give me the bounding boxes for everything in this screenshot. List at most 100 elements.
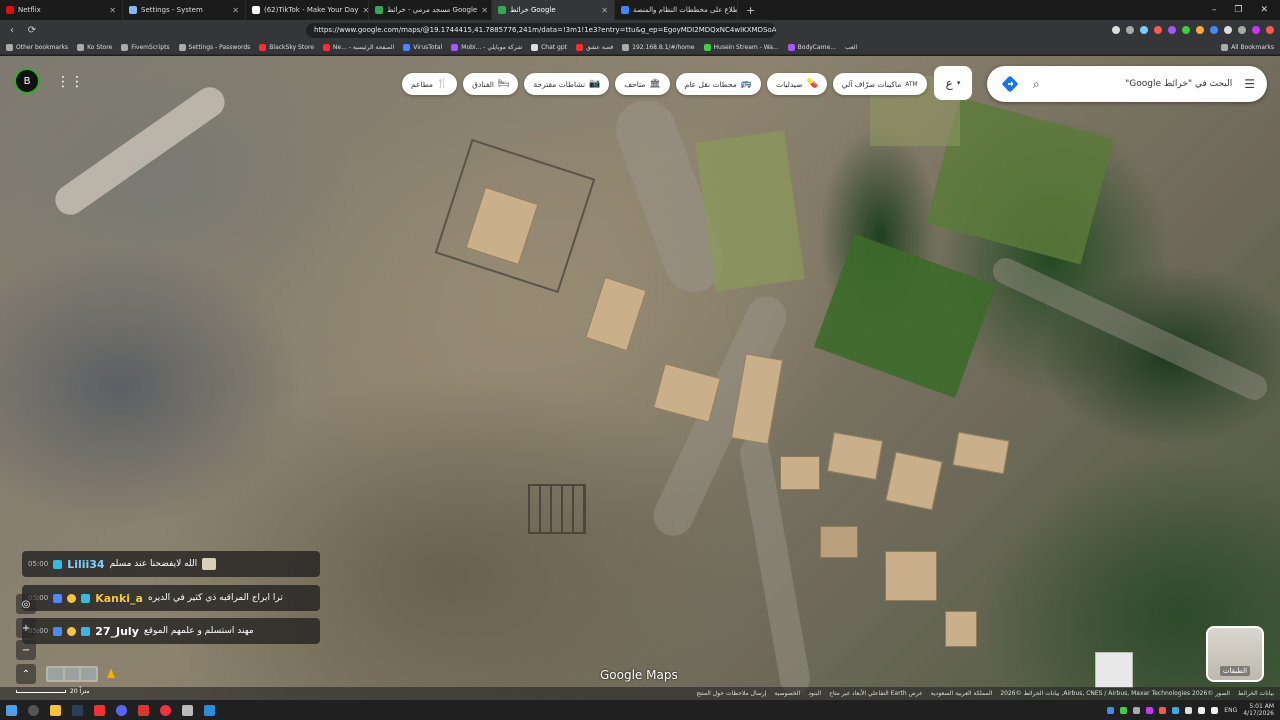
imagery-thumbnails[interactable] — [46, 666, 98, 682]
url-input[interactable]: https://www.google.com/maps/@19.1744415,… — [306, 22, 776, 38]
thumbnail[interactable] — [81, 668, 97, 680]
volume-icon[interactable] — [1211, 706, 1219, 714]
tray-icon[interactable] — [1146, 706, 1154, 714]
maximize-button[interactable]: ❐ — [1234, 5, 1242, 15]
chip-restaurants[interactable]: 🍴 مطاعم — [402, 73, 458, 95]
steam-icon[interactable] — [72, 704, 83, 716]
extension-icon[interactable] — [1140, 26, 1148, 34]
windows-start-icon[interactable] — [6, 704, 17, 716]
browser-tab-active[interactable]: خرائط Google ✕ — [492, 0, 615, 20]
zoom-in-button[interactable]: + — [16, 618, 36, 638]
tray-icon[interactable] — [1133, 706, 1141, 714]
minimize-button[interactable]: – — [1212, 5, 1217, 15]
bookmark-item[interactable]: BlackSky Store — [259, 43, 314, 51]
thumbnail[interactable] — [64, 668, 80, 680]
browser-tab[interactable]: الاطلاع على مخططات النظام والمنصة...✕ — [615, 0, 738, 20]
tab-title: الاطلاع على مخططات النظام والمنصة... — [633, 6, 738, 14]
browser-tab[interactable]: (62)TikTok - Make Your Day ✕ — [246, 0, 369, 20]
expand-icon[interactable]: ⌃ — [16, 664, 36, 684]
bookmark-item[interactable]: Other bookmarks — [6, 43, 68, 51]
footer-link[interactable]: المملكة العربية السعودية — [931, 690, 993, 697]
layers-button[interactable]: الطبقات — [1206, 626, 1264, 682]
close-window-button[interactable]: ✕ — [1260, 5, 1268, 15]
chip-things-to-do[interactable]: 📷 نشاطات مقترحة — [524, 73, 610, 95]
bookmark-item[interactable]: VirusTotal — [403, 43, 442, 51]
bookmark-item[interactable]: Ne... - الصفحة الرئيسية — [322, 43, 394, 51]
extension-icon[interactable] — [1238, 26, 1246, 34]
chip-atms[interactable]: ATM ماكينات صرّاف آلي — [832, 73, 927, 95]
chip-museums[interactable]: 🏛 متاحف — [615, 73, 670, 95]
bookmark-item[interactable]: Chat gpt — [531, 43, 567, 51]
extension-icon[interactable] — [1196, 26, 1204, 34]
bookmark-item[interactable]: BodyCame... — [787, 43, 836, 51]
thumbnail[interactable] — [48, 668, 63, 680]
footer-link[interactable]: البنود — [808, 690, 821, 697]
search-icon[interactable]: ⌕ — [1033, 77, 1040, 92]
chrome-icon[interactable] — [160, 704, 171, 716]
tray-icon[interactable] — [1172, 706, 1180, 714]
all-bookmarks-button[interactable]: All Bookmarks — [1221, 43, 1274, 51]
extension-icon[interactable] — [1126, 26, 1134, 34]
globe-icon — [622, 43, 630, 51]
bookmark-item[interactable]: العب — [845, 44, 857, 51]
extension-icon[interactable] — [1224, 26, 1232, 34]
location-button[interactable]: ◎ — [16, 594, 36, 614]
bookmark-item[interactable]: قصة عشق — [576, 43, 613, 51]
extension-icon[interactable] — [1168, 26, 1176, 34]
app-icon[interactable] — [182, 704, 193, 716]
close-icon[interactable]: ✕ — [481, 6, 488, 15]
extension-icon[interactable] — [1210, 26, 1218, 34]
bookmark-item[interactable]: FivemScripts — [121, 43, 170, 51]
search-input[interactable]: البحث في "خرائط Google" — [1052, 79, 1232, 89]
tray-icon[interactable] — [1107, 706, 1115, 714]
close-icon[interactable]: ✕ — [232, 6, 239, 15]
apps-grid-icon[interactable]: ⋮⋮ — [56, 74, 84, 90]
maps-search-box[interactable]: ☰ البحث في "خرائط Google" ⌕ — [987, 66, 1267, 102]
reload-button[interactable]: ⟳ — [26, 25, 38, 36]
chevron-down-icon: ▾ — [956, 79, 961, 87]
browser-tab[interactable]: Settings - System ✕ — [123, 0, 246, 20]
window-controls: – ❐ ✕ — [1212, 5, 1280, 15]
bookmark-item[interactable]: Husein Stream - Wa... — [703, 43, 779, 51]
new-tab-button[interactable]: + — [738, 4, 763, 17]
bookmark-item[interactable]: 192.168.8.1/#/home — [622, 43, 695, 51]
search-icon[interactable] — [28, 704, 39, 716]
menu-icon[interactable]: ☰ — [1244, 77, 1255, 91]
back-button[interactable]: ‹ — [6, 25, 18, 36]
language-indicator[interactable]: ENG — [1224, 707, 1237, 714]
tray-icon[interactable] — [1120, 706, 1128, 714]
tray-icon[interactable] — [1159, 706, 1167, 714]
clock[interactable]: 5:01 AM 4/17/2026 — [1243, 703, 1274, 717]
tray-icon[interactable] — [1185, 706, 1193, 714]
extension-icon[interactable] — [1154, 26, 1162, 34]
chip-hotels[interactable]: 🛏 الفنادق — [463, 73, 519, 95]
profile-icon[interactable] — [1266, 26, 1274, 34]
directions-icon[interactable] — [999, 73, 1021, 95]
chip-transit[interactable]: 🚌 محطات نقل عام — [675, 73, 762, 95]
pegman-icon[interactable]: ♟ — [104, 666, 118, 682]
chip-pharmacies[interactable]: 💊 صيدليات — [767, 73, 827, 95]
file-explorer-icon[interactable] — [50, 704, 61, 716]
browser-tab[interactable]: Netflix ✕ — [0, 0, 123, 20]
extension-icon[interactable] — [1182, 26, 1190, 34]
extension-icon[interactable] — [1252, 26, 1260, 34]
app-icon[interactable] — [94, 704, 105, 716]
app-icon[interactable] — [204, 704, 215, 716]
close-icon[interactable]: ✕ — [109, 6, 116, 15]
discord-icon[interactable] — [116, 704, 127, 716]
close-icon[interactable]: ✕ — [601, 6, 608, 15]
zoom-out-button[interactable]: − — [16, 640, 36, 660]
app-icon[interactable] — [138, 704, 149, 716]
footer-link[interactable]: إرسال ملاحظات حول المنتج — [696, 690, 766, 697]
bookmark-item[interactable]: Ko Store — [77, 43, 112, 51]
wifi-icon[interactable] — [1198, 706, 1206, 714]
bookmark-item[interactable]: Mobi... - شركة موبايلي — [451, 43, 522, 51]
footer-link[interactable]: الخصوصية — [774, 690, 800, 697]
extension-icon[interactable] — [1112, 26, 1120, 34]
footer-link[interactable]: عرض Earth التفاعلي الأبعاد غير متاح — [829, 690, 923, 697]
avatar[interactable]: B — [14, 68, 40, 94]
map-scale[interactable]: 20 متراً — [16, 688, 90, 695]
browser-tab[interactable]: مسجد مرمي - خرائط Google ✕ — [369, 0, 492, 20]
language-button[interactable]: ع ▾ — [934, 66, 972, 100]
bookmark-item[interactable]: Settings - Passwords — [178, 43, 250, 51]
